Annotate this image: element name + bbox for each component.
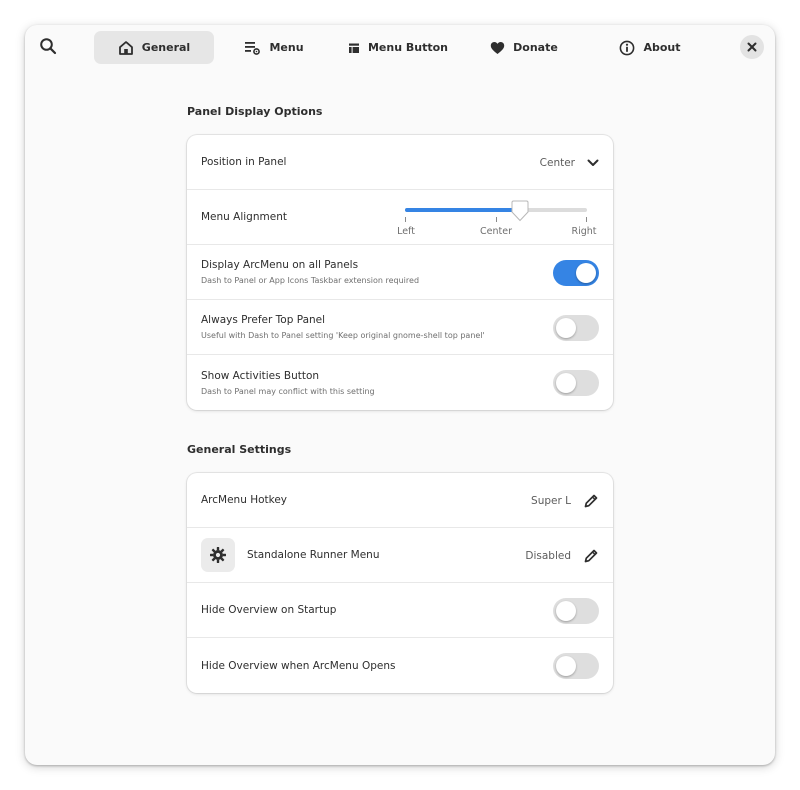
activities-button-row: Show Activities Button Dash to Panel may…: [187, 355, 613, 410]
menu-alignment-row: Menu Alignment Left Center Right: [187, 190, 613, 245]
runner-menu-row: Standalone Runner Menu Disabled: [187, 528, 613, 583]
switch-knob: [556, 317, 576, 338]
pencil-icon: [584, 549, 598, 562]
display-all-panels-subtitle: Dash to Panel or App Icons Taskbar exten…: [201, 276, 420, 285]
hotkey-value: Super L: [531, 494, 571, 507]
heart-icon: [490, 41, 505, 54]
tab-donate[interactable]: Donate: [484, 31, 564, 64]
position-in-panel-row[interactable]: Position in Panel Center: [187, 135, 613, 190]
tab-menu-label: Menu: [269, 41, 304, 54]
slider-mark-center: Center: [480, 226, 512, 237]
hide-overview-open-label: Hide Overview when ArcMenu Opens: [201, 659, 396, 672]
info-icon: [620, 40, 635, 55]
switch-knob: [556, 372, 576, 393]
hotkey-row: ArcMenu Hotkey Super L: [187, 473, 613, 528]
search-button[interactable]: [37, 35, 59, 57]
search-icon: [40, 38, 57, 55]
slider-tick-center: [496, 217, 497, 222]
activities-button-label: Show Activities Button: [201, 369, 320, 382]
position-in-panel-label: Position in Panel: [201, 156, 287, 168]
hide-overview-startup-row: Hide Overview on Startup: [187, 583, 613, 638]
position-value: Center: [539, 156, 575, 169]
tab-general[interactable]: General: [94, 31, 214, 64]
hide-overview-open-switch[interactable]: [553, 652, 599, 679]
menu-settings-icon: [245, 41, 261, 55]
close-button[interactable]: [740, 35, 764, 59]
prefer-top-panel-row: Always Prefer Top Panel Useful with Dash…: [187, 300, 613, 355]
prefer-top-panel-subtitle: Useful with Dash to Panel setting 'Keep …: [201, 331, 485, 340]
close-icon: [747, 42, 757, 52]
switch-knob: [576, 262, 596, 283]
pencil-icon: [584, 494, 598, 507]
runner-menu-value: Disabled: [525, 549, 571, 562]
hide-overview-open-row: Hide Overview when ArcMenu Opens: [187, 638, 613, 693]
activities-button-switch[interactable]: [553, 369, 599, 396]
section-title-panel-display: Panel Display Options: [187, 105, 323, 118]
hotkey-label: ArcMenu Hotkey: [201, 494, 288, 506]
hide-overview-startup-label: Hide Overview on Startup: [201, 604, 337, 616]
hotkey-edit-button[interactable]: [583, 493, 599, 509]
slider-tick-right: [586, 217, 587, 222]
section-title-general-settings: General Settings: [187, 443, 292, 456]
slider-handle[interactable]: [510, 200, 530, 222]
general-settings-card: ArcMenu Hotkey Super L Standalone Runner…: [187, 473, 613, 693]
display-all-panels-label: Display ArcMenu on all Panels: [201, 259, 359, 271]
slider-mark-right: Right: [571, 226, 597, 237]
switch-knob: [556, 600, 576, 621]
settings-window: General Menu Menu Button Donate About Pa…: [25, 25, 775, 765]
runner-menu-label: Standalone Runner Menu: [247, 549, 380, 561]
slider-fill: [405, 208, 520, 212]
tab-donate-label: Donate: [513, 41, 558, 54]
panel-display-card: Position in Panel Center Menu Alignment …: [187, 135, 613, 410]
slider-mark-left: Left: [397, 226, 415, 237]
tab-menu-button[interactable]: Menu Button: [343, 31, 453, 64]
chevron-down-icon: [587, 159, 599, 166]
display-all-panels-switch[interactable]: [553, 259, 599, 286]
prefer-top-panel-switch[interactable]: [553, 314, 599, 341]
runner-edit-button[interactable]: [583, 548, 599, 564]
tab-about[interactable]: About: [610, 31, 690, 64]
gear-icon: [210, 547, 226, 563]
tab-menu[interactable]: Menu: [239, 31, 309, 64]
runner-icon-box: [201, 538, 235, 572]
menu-alignment-label: Menu Alignment: [201, 211, 287, 223]
tab-menu-button-label: Menu Button: [367, 41, 449, 54]
header-bar: General Menu Menu Button Donate About: [25, 25, 775, 71]
slider-tick-left: [405, 217, 406, 222]
hide-overview-startup-switch[interactable]: [553, 597, 599, 624]
switch-knob: [556, 655, 576, 676]
position-dropdown[interactable]: Center: [540, 135, 599, 190]
display-all-panels-row: Display ArcMenu on all Panels Dash to Pa…: [187, 245, 613, 300]
menu-alignment-slider[interactable]: Left Center Right: [397, 190, 603, 245]
prefer-top-panel-label: Always Prefer Top Panel: [201, 314, 326, 326]
home-icon: [118, 40, 133, 55]
tab-general-label: General: [141, 41, 191, 54]
menu-button-icon: [348, 43, 359, 53]
tab-about-label: About: [643, 41, 681, 54]
activities-button-subtitle: Dash to Panel may conflict with this set…: [201, 386, 375, 396]
